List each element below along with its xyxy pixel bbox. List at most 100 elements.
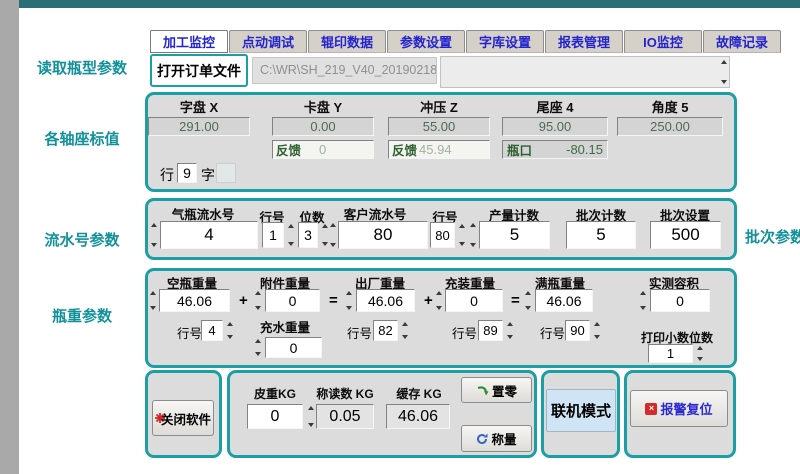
full-row-field[interactable]: 90 [565, 320, 590, 341]
feedback-value: 45.94 [419, 142, 452, 157]
textarea-scroll-up-icon[interactable] [719, 58, 728, 66]
order-info-textarea[interactable] [440, 56, 730, 88]
axis-z-value: 55.00 [388, 117, 490, 136]
open-order-file-button[interactable]: 打开订单文件 [150, 54, 248, 87]
factory-row-spinner[interactable] [400, 320, 409, 341]
tab-parameter-settings[interactable]: 参数设置 [387, 30, 465, 53]
customer-serial-field[interactable]: 80 [338, 221, 428, 249]
bottle-serial-field[interactable]: 4 [160, 221, 258, 249]
digits-field[interactable]: 3 [298, 222, 318, 248]
bottle-mouth-label: 瓶口 [507, 140, 532, 159]
tab-report-management[interactable]: 报表管理 [545, 30, 623, 53]
feedback-label: 反馈 [276, 140, 301, 159]
measured-volume-field[interactable]: 0 [650, 289, 710, 312]
empty-row-field[interactable]: 4 [201, 320, 223, 341]
customer-serial-spinner[interactable] [328, 221, 337, 249]
attachment-weight-field[interactable]: 0 [265, 289, 320, 312]
bottle-mouth-readout: 瓶口 -80.15 [502, 140, 608, 159]
weigh-label: 称量 [491, 429, 516, 448]
full-weight-spinner[interactable] [523, 289, 532, 312]
axis-z-feedback: 反馈 45.94 [388, 140, 490, 159]
equals-sign: = [329, 292, 338, 309]
axis-tailstock-header: 尾座 4 [502, 97, 608, 116]
row-number-field[interactable]: 9 [177, 163, 197, 183]
tab-io-monitor[interactable]: IO监控 [624, 30, 702, 53]
factory-weight-spinner[interactable] [344, 289, 353, 312]
output-count-spinner[interactable] [468, 221, 477, 249]
bottle-serial-spinner[interactable] [149, 221, 158, 249]
tab-fault-records[interactable]: 故障记录 [703, 30, 781, 53]
cache-label: 缓存 KG [388, 385, 450, 402]
axis-z-header: 冲压 Z [388, 97, 490, 116]
output-count-field[interactable]: 5 [479, 221, 550, 249]
alarm-reset-label: 报警复位 [660, 399, 712, 418]
factory-row-field[interactable]: 82 [373, 320, 398, 341]
empty-row-spinner[interactable] [225, 320, 234, 341]
tare-label: 皮重KG [246, 385, 304, 402]
axis-y-feedback: 反馈 0 [272, 140, 374, 159]
axis-y-value: 0.00 [272, 117, 374, 136]
water-weight-field[interactable]: 0 [265, 337, 322, 358]
zero-button[interactable]: 置零 [461, 377, 532, 403]
weigh-button[interactable]: 称量 [461, 425, 532, 452]
fill-weight-spinner[interactable] [434, 289, 443, 312]
full-row-label: 行号 [540, 323, 565, 342]
factory-weight-field[interactable]: 46.06 [356, 289, 415, 312]
alarm-reset-button[interactable]: × 报警复位 [630, 390, 728, 427]
tab-roll-print-data[interactable]: 辊印数据 [308, 30, 386, 53]
row-label: 行 [160, 165, 174, 185]
axis-x-header: 字盘 X [148, 97, 250, 116]
full-row-spinner[interactable] [592, 320, 601, 341]
order-file-path: C:\WR\SH_219_V40_20190218 [252, 57, 437, 84]
tab-bar: 加工监控 点动调试 辊印数据 参数设置 字库设置 报表管理 IO监控 故障记录 [150, 30, 781, 53]
measured-volume-spinner[interactable] [638, 289, 647, 312]
row2-spinner[interactable] [457, 222, 466, 248]
zero-arrow-icon [476, 385, 489, 396]
char-field[interactable] [216, 163, 236, 183]
empty-weight-field[interactable]: 46.06 [159, 289, 230, 312]
axis-angle-header: 角度 5 [617, 97, 723, 116]
water-weight-spinner[interactable] [253, 337, 262, 358]
row1-spinner[interactable] [286, 222, 295, 248]
print-decimals-field[interactable]: 1 [648, 344, 693, 363]
batch-set-field[interactable]: 500 [650, 221, 721, 249]
print-decimals-spinner[interactable] [695, 344, 704, 363]
textarea-scroll-down-icon[interactable] [719, 78, 728, 86]
top-teal-bar [19, 0, 800, 8]
scale-reading-field: 0.05 [316, 404, 374, 429]
fill-row-spinner[interactable] [505, 320, 514, 341]
axis-y-header: 卡盘 Y [272, 97, 374, 116]
tare-field[interactable]: 0 [247, 404, 303, 429]
zero-label: 置零 [492, 381, 517, 400]
feedback-value: 0 [319, 142, 326, 157]
attachment-weight-spinner[interactable] [253, 289, 262, 312]
equals-sign: = [511, 292, 520, 309]
tab-font-settings[interactable]: 字库设置 [466, 30, 544, 53]
close-software-button[interactable]: 关闭软件 [152, 400, 214, 436]
label-serial-params: 流水号参数 [20, 229, 144, 250]
app-window: 读取瓶型参数 各轴座标值 流水号参数 瓶重参数 批次参数 加工监控 点动调试 辊… [0, 0, 800, 474]
water-weight-label: 充水重量 [243, 317, 327, 336]
row1-field[interactable]: 1 [262, 222, 284, 248]
row2-field[interactable]: 80 [430, 222, 455, 248]
factory-row-label: 行号 [347, 323, 372, 342]
plus-sign: + [239, 292, 248, 309]
online-mode-button[interactable]: 联机模式 [546, 389, 616, 432]
bottle-mouth-value: -80.15 [566, 142, 603, 157]
tare-spinner[interactable] [306, 404, 315, 429]
fill-weight-field[interactable]: 0 [445, 289, 503, 312]
label-batch-params: 批次参数 [745, 226, 800, 247]
char-label: 字 [201, 165, 215, 185]
tab-jog-debug[interactable]: 点动调试 [229, 30, 307, 53]
axis-x-value: 291.00 [148, 117, 250, 136]
feedback-label: 反馈 [392, 140, 417, 159]
batch-count-field[interactable]: 5 [566, 221, 636, 249]
full-weight-field[interactable]: 46.06 [535, 289, 593, 312]
fill-row-label: 行号 [452, 323, 477, 342]
fill-row-field[interactable]: 89 [478, 320, 503, 341]
tab-process-monitor[interactable]: 加工监控 [150, 30, 228, 53]
weigh-refresh-icon [476, 433, 488, 445]
empty-weight-spinner[interactable] [148, 289, 157, 312]
label-weight-params: 瓶重参数 [20, 305, 144, 326]
scale-reading-label: 称读数 KG [314, 385, 376, 402]
